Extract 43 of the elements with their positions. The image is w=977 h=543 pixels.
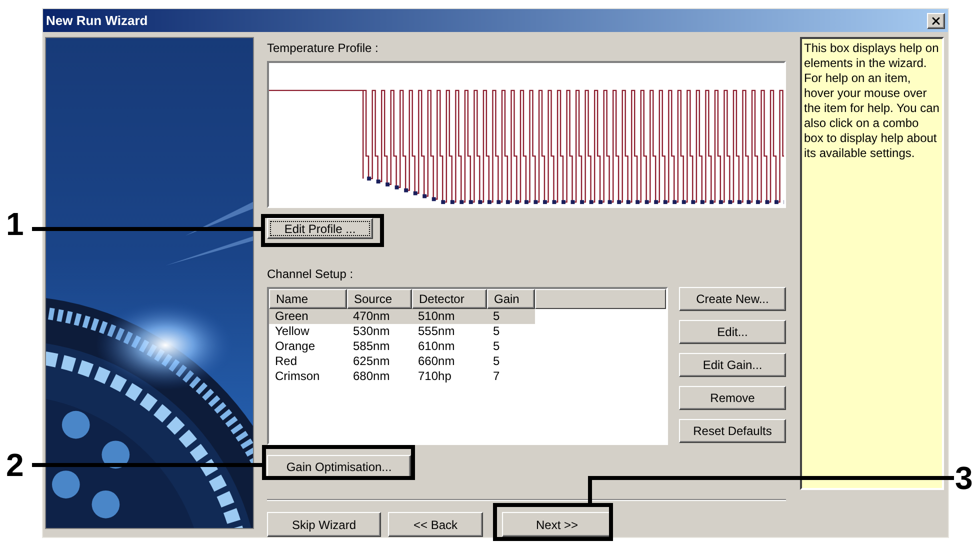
table-cell-text: 610nm <box>417 339 456 354</box>
table-cell-text: 5 <box>492 324 501 339</box>
callout-number: 1 <box>6 208 24 240</box>
table-cell-text: 510nm <box>417 309 456 324</box>
callout-number: 2 <box>6 449 24 481</box>
table-cell-text: 660nm <box>417 354 456 369</box>
table-cell-text: 555nm <box>417 324 456 339</box>
table-cell-text: 7 <box>492 369 501 384</box>
table-cell-text: 585nm <box>352 339 391 354</box>
callout-number: 3 <box>955 462 973 494</box>
table-cell-text: Yellow <box>274 324 310 339</box>
edit-profile-button[interactable]: Edit Profile ... <box>267 218 373 239</box>
window-title: New Run Wizard <box>46 12 148 30</box>
section-label: Temperature Profile : <box>267 40 380 57</box>
wizard-nav-button[interactable]: << Back <box>388 512 483 537</box>
table-cell-text: Orange <box>274 339 316 354</box>
column-header[interactable]: Detector <box>412 289 487 309</box>
column-header[interactable]: Source <box>347 289 412 309</box>
wizard-nav-button[interactable]: Next >> <box>502 512 612 537</box>
wizard-nav-button[interactable]: Skip Wizard <box>267 512 381 537</box>
channel-action-button[interactable]: Edit Gain... <box>679 353 786 377</box>
table-cell-text: 470nm <box>352 309 391 324</box>
section-label: Channel Setup : <box>267 266 354 283</box>
column-header[interactable]: Gain <box>487 289 535 309</box>
channel-action-button[interactable]: Reset Defaults <box>679 419 786 443</box>
table-cell-text: 5 <box>492 339 501 354</box>
table-cell-text: 625nm <box>352 354 391 369</box>
table-cell-text: Red <box>274 354 298 369</box>
table-cell-text: Green <box>274 309 310 324</box>
help-text: This box displays help on elements in the wizard. For help on an item, hover your mouse over the item for help. You can also click on a combo box to display help about its available settings. <box>804 41 940 161</box>
table-row[interactable]: Green 470nm 510nm 5 <box>269 309 535 324</box>
table-cell-text: 5 <box>492 354 501 369</box>
channel-action-button[interactable]: Remove <box>679 386 786 410</box>
table-cell-text: 710hp <box>417 369 452 384</box>
close-button[interactable] <box>927 12 945 28</box>
table-cell-text: 680nm <box>352 369 391 384</box>
table-cell-text: 5 <box>492 309 501 324</box>
close-icon <box>930 14 942 26</box>
table-cell-text: Crimson <box>274 369 321 384</box>
channel-action-button[interactable]: Create New... <box>679 287 786 311</box>
table-cell-text: 530nm <box>352 324 391 339</box>
column-header[interactable]: Name <box>269 289 347 309</box>
channel-action-button[interactable]: Edit... <box>679 320 786 344</box>
